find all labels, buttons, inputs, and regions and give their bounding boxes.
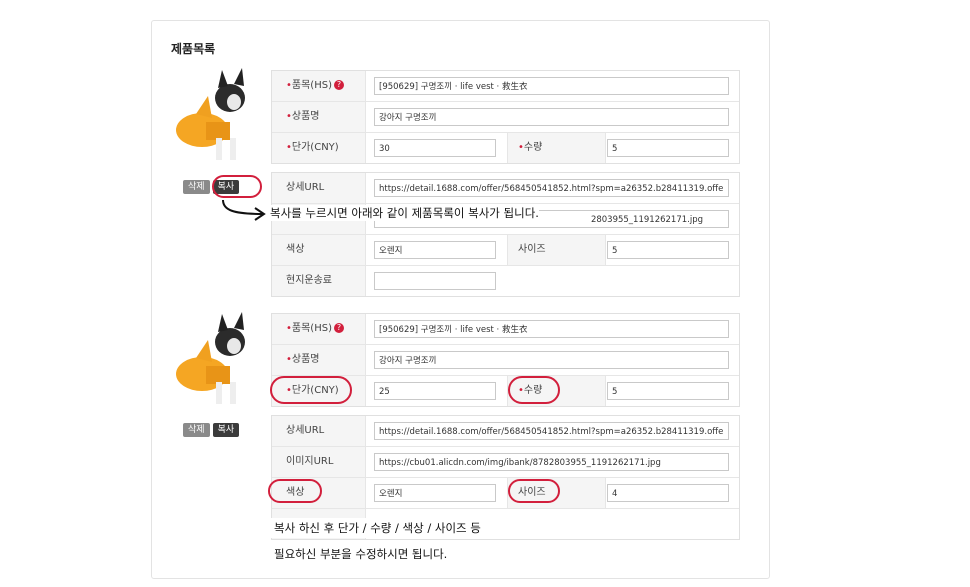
item1-qty-input[interactable]: 5 [607,139,729,157]
item1-hs-label: •품목(HS)? [272,71,366,101]
item1-name-row: •상품명 강아지 구명조끼 [272,102,739,133]
highlight-price [270,376,352,404]
item2-hs-label: •품목(HS)? [272,314,366,344]
item2-image-row: 이미지URL https://cbu01.alicdn.com/img/iban… [272,447,739,478]
item2-name-input[interactable]: 강아지 구명조끼 [374,351,729,369]
item1-hs-input[interactable]: [950629] 구명조끼 · life vest · 救生衣 [374,77,729,95]
item2-actions: 삭제 복사 [183,423,240,437]
product-image-dog [172,68,262,164]
item1-price-input[interactable]: 30 [374,139,496,157]
item1-url-input[interactable]: https://detail.1688.com/offer/5684505418… [374,179,729,197]
item1-price-label: •단가(CNY) [272,133,366,163]
copy-annotation: 복사를 누르시면 아래와 같이 제품목록이 복사가 됩니다. [270,205,539,221]
item2-hs-row: •품목(HS)? [950629] 구명조끼 · life vest · 救生衣 [272,314,739,345]
item1-shipping-label: 현지운송료 [272,266,366,296]
help-icon[interactable]: ? [333,80,344,90]
edit-annotation-line1: 복사 하신 후 단가 / 수량 / 색상 / 사이즈 등 [270,518,485,538]
item2-url-row: 상세URL https://detail.1688.com/offer/5684… [272,416,739,447]
item2-image-label: 이미지URL [272,447,366,477]
help-icon[interactable]: ? [333,323,344,333]
item1-color-row: 색상 오렌지 사이즈 5 [272,235,739,266]
item1-shipping-input[interactable] [374,272,496,290]
edit-annotation-line2: 필요하신 부분을 수정하시면 됩니다. [270,544,452,564]
item2-name-row: •상품명 강아지 구명조끼 [272,345,739,376]
item1-detail-table: 상세URL https://detail.1688.com/offer/5684… [271,172,740,297]
item2-hs-input[interactable]: [950629] 구명조끼 · life vest · 救生衣 [374,320,729,338]
item2-size-input[interactable]: 4 [607,484,729,502]
highlight-copy-button [212,175,262,198]
item2-copy-button[interactable]: 복사 [212,423,240,437]
item1-name-label: •상품명 [272,102,366,132]
item1-size-input[interactable]: 5 [607,241,729,259]
arrow-icon [222,199,266,221]
item2-url-input[interactable]: https://detail.1688.com/offer/5684505418… [374,422,729,440]
section-title: 제품목록 [171,42,216,56]
item1-size-label: 사이즈 [507,235,606,265]
item1-price-row: •단가(CNY) 30 •수량 5 [272,133,739,163]
highlight-color [268,479,322,503]
item1-url-row: 상세URL https://detail.1688.com/offer/5684… [272,173,739,204]
item1-url-label: 상세URL [272,173,366,203]
item2-color-row: 색상 오렌지 사이즈 4 [272,478,739,509]
item1-color-label: 색상 [272,235,366,265]
item2-delete-button[interactable]: 삭제 [183,423,210,437]
item2-color-input[interactable]: 오렌지 [374,484,496,502]
highlight-size [508,479,560,503]
item2-image-input[interactable]: https://cbu01.alicdn.com/img/ibank/87828… [374,453,729,471]
product-image-dog-2 [172,312,262,408]
item2-qty-input[interactable]: 5 [607,382,729,400]
item1-basic-table: •품목(HS)? [950629] 구명조끼 · life vest · 救生衣… [271,70,740,164]
item1-name-input[interactable]: 강아지 구명조끼 [374,108,729,126]
item1-qty-label: •수량 [507,133,606,163]
item1-delete-button[interactable]: 삭제 [183,180,210,194]
item2-name-label: •상품명 [272,345,366,375]
item2-url-label: 상세URL [272,416,366,446]
item1-color-input[interactable]: 오렌지 [374,241,496,259]
highlight-qty [508,376,560,404]
item1-hs-row: •품목(HS)? [950629] 구명조끼 · life vest · 救生衣 [272,71,739,102]
item2-price-input[interactable]: 25 [374,382,496,400]
item1-shipping-row: 현지운송료 [272,266,739,296]
